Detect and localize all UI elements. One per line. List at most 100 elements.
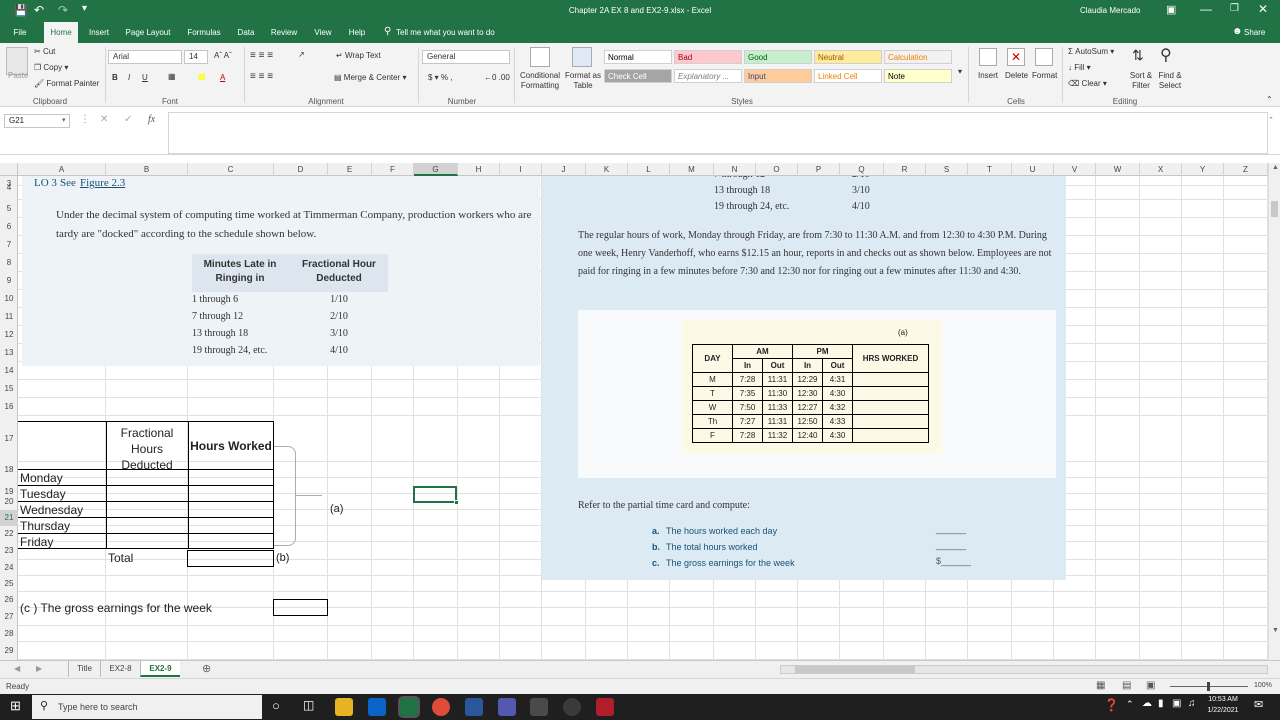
column-header[interactable]: J	[542, 163, 586, 176]
column-header[interactable]: E	[328, 163, 372, 176]
scroll-up-icon[interactable]: ▲	[1272, 164, 1279, 171]
hours-worked-cell[interactable]	[189, 534, 273, 549]
row-header[interactable]: 26	[0, 592, 18, 608]
font-grow-icon[interactable]: Aˆ Aˇ	[214, 51, 232, 60]
task-view-icon[interactable]: ◫	[303, 698, 314, 712]
find-select-button[interactable]: Find & Select	[1154, 71, 1186, 91]
fill-color-icon[interactable]: ▩	[198, 72, 206, 81]
column-header[interactable]: K	[586, 163, 628, 176]
clock-time[interactable]: 10:53 AM	[1204, 696, 1242, 703]
format-as-table-icon[interactable]	[572, 47, 592, 67]
insert-cells-icon[interactable]	[979, 48, 997, 66]
customize-qat-icon[interactable]: ▾	[82, 3, 87, 14]
insert-button[interactable]: Insert	[978, 71, 998, 80]
page-break-view-icon[interactable]: ▣	[1146, 680, 1155, 691]
column-header[interactable]: G	[414, 163, 458, 176]
scroll-thumb[interactable]	[1271, 201, 1278, 217]
row-header[interactable]: 5	[0, 200, 18, 218]
row-header[interactable]: 14	[0, 362, 18, 380]
fractional-hours-cell[interactable]	[107, 502, 188, 517]
normal-view-icon[interactable]: ▦	[1096, 680, 1105, 691]
figure-link[interactable]: Figure 2.3	[80, 177, 125, 189]
cell-style-normal[interactable]: Normal	[604, 50, 672, 64]
prev-sheet-icon[interactable]: ◀	[14, 664, 20, 673]
column-header[interactable]: Y	[1182, 163, 1224, 176]
column-header[interactable]: M	[670, 163, 714, 176]
row-header[interactable]: 12	[0, 326, 18, 344]
minimize-icon[interactable]: —	[1200, 2, 1212, 16]
row-header[interactable]: 8	[0, 254, 18, 272]
tab-formulas[interactable]: Formulas	[184, 22, 224, 43]
align-top-icon[interactable]: ≡ ≡ ≡	[250, 50, 273, 61]
network-icon[interactable]: ▣	[1172, 698, 1181, 709]
hours-worked-cell[interactable]	[189, 502, 273, 517]
formula-input[interactable]	[168, 112, 1268, 154]
hours-worked-cell[interactable]	[189, 518, 273, 533]
problem-image-right[interactable]: 7 through 12 2/10 13 through 18 3/10 19 thro…	[542, 176, 1066, 580]
column-header[interactable]: L	[628, 163, 670, 176]
cell-style-good[interactable]: Good	[744, 50, 812, 64]
gross-earnings-cell[interactable]	[273, 599, 328, 616]
row-header[interactable]: 21	[0, 510, 18, 526]
number-format-select[interactable]: General	[422, 50, 510, 64]
row-header[interactable]: 17	[0, 416, 18, 462]
row-header[interactable]: 13	[0, 344, 18, 362]
chrome-icon[interactable]	[432, 698, 450, 716]
row-header[interactable]: 25	[0, 576, 18, 592]
row-header[interactable]: 19	[0, 478, 18, 496]
vertical-scrollbar[interactable]: ▲ ▼	[1268, 163, 1280, 660]
row-header[interactable]: 20	[0, 494, 18, 510]
name-box-dropdown-icon[interactable]: ▾	[62, 116, 66, 124]
worksheet-grid[interactable]: LO 3 See Figure 2.3 Under the decimal sy…	[18, 176, 1268, 660]
calculator-icon[interactable]	[530, 698, 548, 716]
tab-data[interactable]: Data	[234, 22, 258, 43]
format-as-table-button[interactable]: Format as Table	[564, 71, 602, 91]
align-left-icon[interactable]: ≡ ≡ ≡	[250, 71, 273, 82]
cell-style-bad[interactable]: Bad	[674, 50, 742, 64]
h-scroll-thumb[interactable]	[795, 666, 915, 673]
row-header[interactable]: 18	[0, 462, 18, 478]
column-header[interactable]: D	[274, 163, 328, 176]
row-header[interactable]: 16	[0, 398, 18, 416]
fractional-hours-cell[interactable]	[107, 470, 188, 485]
font-size-select[interactable]: 14	[184, 50, 208, 64]
tray-chevron-icon[interactable]: ⌃	[1126, 699, 1134, 710]
conditional-formatting-button[interactable]: Conditional Formatting	[518, 71, 562, 91]
zoom-slider-thumb[interactable]	[1207, 682, 1210, 691]
sort-filter-button[interactable]: Sort & Filter	[1126, 71, 1156, 91]
tab-insert[interactable]: Insert	[86, 22, 112, 43]
copy-button[interactable]: ❐ Copy ▾	[34, 63, 68, 72]
sort-filter-icon[interactable]: ⇅	[1132, 47, 1144, 64]
bold-button[interactable]: B	[112, 73, 118, 82]
autosum-button[interactable]: Σ AutoSum ▾	[1068, 47, 1114, 56]
share-button[interactable]: Share	[1244, 28, 1265, 37]
delete-cells-icon[interactable]: ✕	[1007, 48, 1025, 66]
column-header[interactable]: O	[756, 163, 798, 176]
column-header[interactable]: C	[188, 163, 274, 176]
row-header[interactable]: 22	[0, 526, 18, 542]
column-header[interactable]: B	[106, 163, 188, 176]
format-painter-button[interactable]: 🖌 Format Painter	[34, 79, 99, 88]
cell-style-check-cell[interactable]: Check Cell	[604, 69, 672, 83]
cell-style-calculation[interactable]: Calculation	[884, 50, 952, 64]
add-sheet-icon[interactable]: ⊕	[202, 662, 211, 675]
cancel-icon[interactable]: ✕	[100, 114, 108, 125]
row-header[interactable]: 10	[0, 290, 18, 308]
column-header[interactable]: H	[458, 163, 500, 176]
styles-more-icon[interactable]: ▾	[958, 67, 962, 76]
excel-icon[interactable]	[398, 696, 420, 718]
windows-start-icon[interactable]: ⊞	[10, 698, 21, 714]
tab-file[interactable]: File	[8, 22, 32, 43]
column-header[interactable]: F	[372, 163, 414, 176]
fractional-hours-cell[interactable]	[107, 534, 188, 549]
battery-icon[interactable]: ▮	[1158, 698, 1164, 709]
font-color-icon[interactable]: A	[220, 73, 225, 82]
cell-style-neutral[interactable]: Neutral	[814, 50, 882, 64]
row-header[interactable]: 9	[0, 272, 18, 290]
help-icon[interactable]: ❓	[1104, 698, 1119, 712]
insert-function-icon[interactable]: fx	[148, 114, 155, 125]
tell-me-box[interactable]: Tell me what you want to do	[396, 28, 495, 37]
row-header[interactable]: 15	[0, 380, 18, 398]
active-cell[interactable]	[413, 486, 457, 503]
wrap-text-button[interactable]: ↵ Wrap Text	[336, 51, 381, 60]
